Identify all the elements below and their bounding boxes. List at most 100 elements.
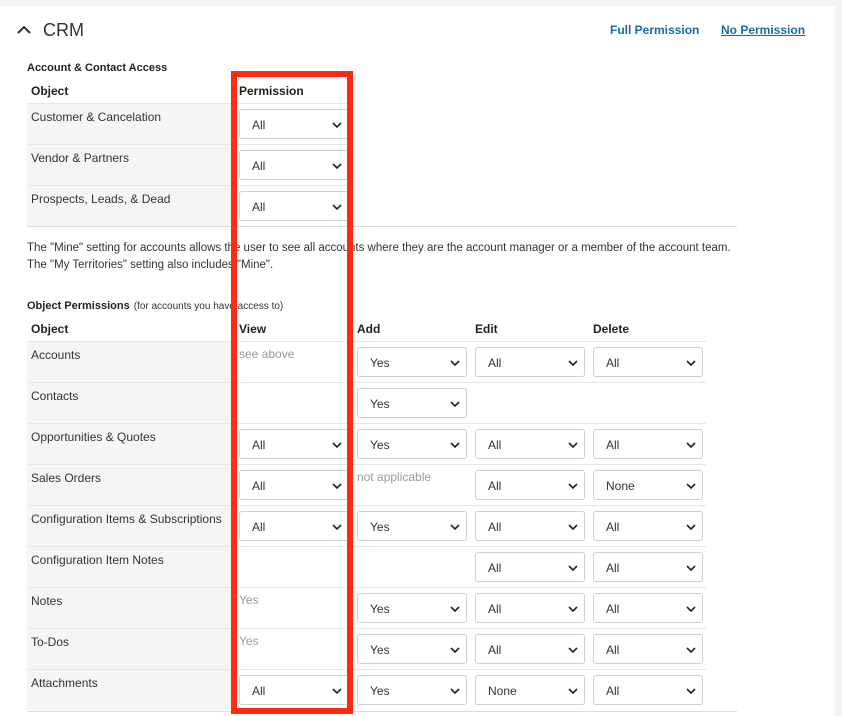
crm-header[interactable]: CRM Full Permission No Permission xyxy=(0,6,835,56)
delete-select-value: All xyxy=(606,438,620,452)
edit-select[interactable]: All xyxy=(475,470,585,500)
edit-select[interactable]: All xyxy=(475,429,585,459)
object-cell: Attachments xyxy=(27,669,236,710)
object-label: Accounts xyxy=(31,348,81,362)
delete-select[interactable]: All xyxy=(593,511,703,541)
delete-select-value: All xyxy=(606,602,620,616)
add-select[interactable]: Yes xyxy=(357,593,467,623)
no-permission-link[interactable]: No Permission xyxy=(721,23,805,37)
chevron-down-icon xyxy=(450,442,460,449)
edit-select[interactable]: All xyxy=(475,552,585,582)
delete-select[interactable]: All xyxy=(593,429,703,459)
add-select-value: Yes xyxy=(370,438,390,452)
add-select[interactable]: Yes xyxy=(357,429,467,459)
chevron-down-icon xyxy=(568,483,578,490)
object-cell: Sales Orders xyxy=(27,464,236,505)
delete-select[interactable]: All xyxy=(593,347,703,377)
view-text: see above xyxy=(239,347,295,361)
chevron-down-icon xyxy=(450,360,460,367)
delete-select[interactable]: None xyxy=(593,470,703,500)
delete-select[interactable]: All xyxy=(593,634,703,664)
edit-select[interactable]: All xyxy=(475,634,585,664)
edit-select-value: All xyxy=(488,520,502,534)
edit-select[interactable]: None xyxy=(475,675,585,705)
view-select[interactable]: All xyxy=(239,675,349,705)
add-select-value: Yes xyxy=(370,520,390,534)
chevron-down-icon xyxy=(450,401,460,408)
chevron-down-icon xyxy=(332,688,342,695)
add-text: not applicable xyxy=(357,470,432,484)
edit-select[interactable]: All xyxy=(475,347,585,377)
add-select[interactable]: Yes xyxy=(357,347,467,377)
object-cell: To-Dos xyxy=(27,628,236,669)
view-select[interactable]: All xyxy=(239,511,349,541)
object-row: Contacts Yes xyxy=(27,382,706,423)
add-select[interactable]: Yes xyxy=(357,634,467,664)
object-label: Configuration Item Notes xyxy=(31,553,164,567)
col-header-permission: Permission xyxy=(239,84,304,98)
chevron-up-icon[interactable] xyxy=(16,22,32,38)
edit-select-value: None xyxy=(488,684,517,698)
view-select[interactable]: All xyxy=(239,470,349,500)
object-cell: Notes xyxy=(27,587,236,628)
chevron-down-icon xyxy=(686,565,696,572)
permission-select[interactable]: All xyxy=(239,109,349,139)
access-row: Prospects, Leads, & Dead All xyxy=(27,185,349,226)
object-cell: Configuration Items & Subscriptions xyxy=(27,505,236,546)
full-permission-link[interactable]: Full Permission xyxy=(610,23,699,37)
object-label: Sales Orders xyxy=(31,471,102,485)
object-cell: Customer & Cancelation xyxy=(27,103,236,144)
col-header-add: Add xyxy=(357,322,381,336)
object-row: Configuration Items & Subscriptions All Ye… xyxy=(27,505,706,546)
add-select[interactable]: Yes xyxy=(357,388,467,418)
access-row: Vendor & Partners All xyxy=(27,144,349,185)
chevron-down-icon xyxy=(686,524,696,531)
add-select[interactable]: Yes xyxy=(357,675,467,705)
chevron-down-icon xyxy=(450,688,460,695)
delete-select[interactable]: All xyxy=(593,552,703,582)
object-row: Opportunities & Quotes All Yes All All xyxy=(27,423,706,464)
object-label: Opportunities & Quotes xyxy=(31,430,156,444)
view-select[interactable]: All xyxy=(239,429,349,459)
object-label: Configuration Items & Subscriptions xyxy=(31,512,222,526)
object-row: Notes Yes Yes All All xyxy=(27,587,706,628)
object-label: Contacts xyxy=(31,389,79,403)
chevron-down-icon xyxy=(568,360,578,367)
col-header-view: View xyxy=(239,322,267,336)
edit-select-value: All xyxy=(488,479,502,493)
edit-select-value: All xyxy=(488,438,502,452)
add-select[interactable]: Yes xyxy=(357,511,467,541)
object-row: Attachments All Yes None All xyxy=(27,669,706,710)
permission-select[interactable]: All xyxy=(239,150,349,180)
chevron-down-icon xyxy=(686,688,696,695)
divider xyxy=(27,711,737,712)
chevron-down-icon xyxy=(332,483,342,490)
object-row: Accounts see above Yes All All xyxy=(27,341,706,382)
object-row: Sales Orders All not applicable All None xyxy=(27,464,706,505)
permission-select-value: All xyxy=(252,159,266,173)
view-select-value: All xyxy=(252,520,266,534)
chevron-down-icon xyxy=(568,647,578,654)
explanation-line-1: The "Mine" setting for accounts allows t… xyxy=(27,242,731,254)
delete-select[interactable]: All xyxy=(593,593,703,623)
object-cell: Contacts xyxy=(27,382,236,423)
object-label: To-Dos xyxy=(31,635,70,649)
delete-select[interactable]: All xyxy=(593,675,703,705)
permission-select[interactable]: All xyxy=(239,191,349,221)
object-cell: Vendor & Partners xyxy=(27,144,236,185)
view-select-value: All xyxy=(252,684,266,698)
col-header-delete: Delete xyxy=(593,322,630,336)
edit-select[interactable]: All xyxy=(475,511,585,541)
chevron-down-icon xyxy=(686,483,696,490)
permission-cells xyxy=(236,382,706,423)
section-title-crm: CRM xyxy=(43,20,84,40)
edit-select[interactable]: All xyxy=(475,593,585,623)
object-label: Prospects, Leads, & Dead xyxy=(31,192,171,206)
col-header-object: Object xyxy=(31,84,69,98)
add-select-value: Yes xyxy=(370,397,390,411)
view-text: Yes xyxy=(239,634,259,648)
chevron-down-icon xyxy=(686,647,696,654)
object-cell: Configuration Item Notes xyxy=(27,546,236,587)
view-select-value: All xyxy=(252,438,266,452)
account-access-title: Account & Contact Access xyxy=(27,62,168,74)
